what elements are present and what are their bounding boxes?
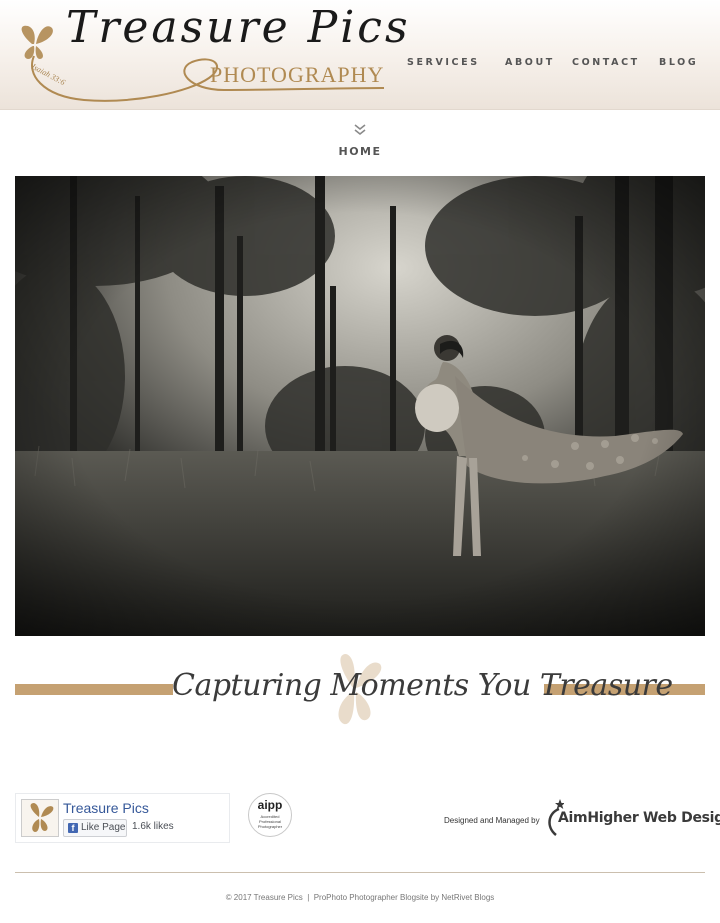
facebook-page-avatar[interactable] <box>21 799 59 837</box>
designed-by-label: Designed and Managed by <box>444 816 540 825</box>
chevron-down-icon <box>354 124 366 136</box>
aipp-text: Accredited Professional Photographer <box>257 814 283 829</box>
hero-photo-maternity-forest <box>15 176 705 636</box>
aipp-badge[interactable]: aipp Accredited Professional Photographe… <box>248 793 292 837</box>
aimhigher-link[interactable]: AimHigher Web Design <box>558 810 720 826</box>
page-title: HOME <box>338 145 382 158</box>
aipp-logo: aipp <box>257 798 283 812</box>
nav-item-blog[interactable]: BLOG <box>659 57 698 68</box>
tagline: Capturing Moments You Treasure <box>172 668 673 703</box>
facebook-like-count: 1.6k likes <box>132 821 174 832</box>
logo-subtitle: PHOTOGRAPHY <box>210 62 385 87</box>
site-header: Treasure Pics PHOTOGRAPHY Isaiah 33:6 SE… <box>0 0 720 110</box>
hero-image <box>15 176 705 636</box>
facebook-page-widget: Treasure Pics f Like Page 1.6k likes <box>15 793 230 843</box>
copyright-line: © 2017 Treasure Pics | ProPhoto Photogra… <box>0 893 720 902</box>
tagline-bar-left <box>15 684 173 695</box>
by-label: by <box>430 893 440 902</box>
copyright-separator: | <box>307 893 310 902</box>
nav-item-services[interactable]: SERVICES <box>407 57 480 68</box>
facebook-like-button[interactable]: f Like Page <box>63 819 127 837</box>
netrivet-link[interactable]: NetRivet Blogs <box>441 893 494 902</box>
copyright-text: © 2017 Treasure Pics <box>225 893 303 902</box>
site-logo[interactable]: Treasure Pics PHOTOGRAPHY Isaiah 33:6 <box>14 2 408 106</box>
facebook-f-icon: f <box>68 823 78 833</box>
nav-item-about[interactable]: ABOUT <box>505 57 555 68</box>
nav-item-contact[interactable]: CONTACT <box>572 57 640 68</box>
logo-script-text: Treasure Pics <box>66 2 411 53</box>
facebook-page-name[interactable]: Treasure Pics <box>63 800 149 816</box>
facebook-like-label: Like Page <box>81 822 126 833</box>
butterfly-logo-icon <box>30 803 54 832</box>
prophoto-link[interactable]: ProPhoto Photographer Blogsite <box>314 893 429 902</box>
footer-divider <box>15 872 705 873</box>
